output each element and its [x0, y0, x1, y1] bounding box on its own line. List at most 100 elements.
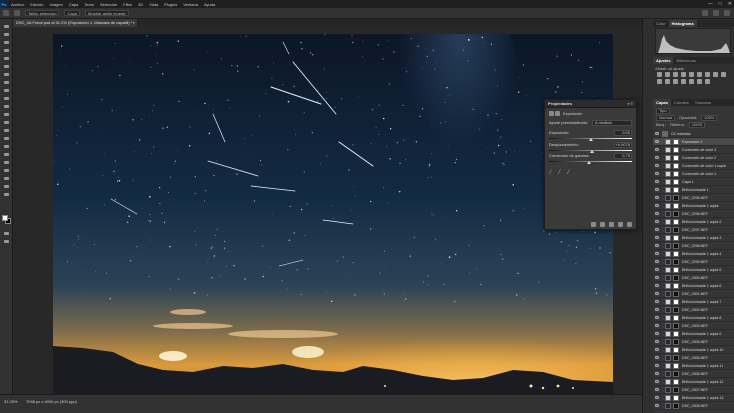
eyedropper-black-icon[interactable]: ⁄	[550, 170, 556, 176]
mask-icon[interactable]	[555, 111, 561, 116]
invert-icon[interactable]	[673, 79, 678, 84]
preset-select[interactable]: A medida	[592, 120, 632, 126]
close-window-button[interactable]: ✕	[728, 0, 732, 8]
layer-row[interactable]: Brillo/contraste 1 copia 13	[653, 394, 734, 402]
exposure-slider[interactable]	[549, 137, 632, 141]
quick-mask-icon[interactable]	[3, 231, 10, 236]
visibility-eye-icon[interactable]	[655, 148, 659, 151]
layer-row[interactable]: DSC_0298.NEF	[653, 242, 734, 250]
layer-row[interactable]: DSC_0308.NEF	[653, 402, 734, 410]
layer-row[interactable]: Capa 1	[653, 178, 734, 186]
fill-field[interactable]: 100%	[688, 122, 706, 128]
visibility-eye-icon[interactable]	[655, 340, 659, 343]
layer-mask-thumbnail[interactable]	[673, 195, 679, 201]
visibility-eye-icon[interactable]	[655, 324, 659, 327]
frame-tool-icon[interactable]	[3, 64, 10, 69]
brightness-icon[interactable]	[657, 72, 662, 77]
color-balance-icon[interactable]	[705, 72, 710, 77]
visibility-eye-icon[interactable]	[655, 228, 659, 231]
layer-kind-filter[interactable]: Tipo	[656, 108, 670, 114]
black-white-icon[interactable]	[713, 72, 718, 77]
visibility-eye-icon[interactable]	[655, 332, 659, 335]
layer-mask-thumbnail[interactable]	[673, 163, 679, 169]
layer-row[interactable]: Corrección de color 2	[653, 154, 734, 162]
visibility-eye-icon[interactable]	[655, 172, 659, 175]
menu-texto[interactable]: Texto	[81, 2, 97, 7]
layer-mask-thumbnail[interactable]	[673, 219, 679, 225]
visibility-eye-icon[interactable]	[655, 164, 659, 167]
visibility-eye-icon[interactable]	[655, 140, 659, 143]
layer-row[interactable]: DSC_0295.NEF	[653, 194, 734, 202]
layer-mask-thumbnail[interactable]	[673, 155, 679, 161]
visibility-eye-icon[interactable]	[655, 284, 659, 287]
blur-tool-icon[interactable]	[3, 128, 10, 133]
visibility-eye-icon[interactable]	[655, 404, 659, 407]
layer-row[interactable]: DSC_0305.NEF	[653, 354, 734, 362]
layer-row[interactable]: Brillo/contraste 1 copia 9	[653, 330, 734, 338]
layer-mask-thumbnail[interactable]	[673, 267, 679, 273]
layer-mask-thumbnail[interactable]	[673, 339, 679, 345]
layer-row[interactable]: DSC_0307.NEF	[653, 386, 734, 394]
photo-filter-icon[interactable]	[721, 72, 726, 77]
history-brush-icon[interactable]	[3, 104, 10, 109]
gamma-slider-thumb[interactable]	[587, 161, 591, 164]
tab-layers[interactable]: Capas	[653, 99, 672, 106]
visibility-eye-icon[interactable]	[655, 204, 659, 207]
layer-mask-thumbnail[interactable]	[673, 283, 679, 289]
eyedropper-icon[interactable]	[3, 72, 10, 77]
layer-row[interactable]: Corrección de color 1 copia	[653, 162, 734, 170]
quick-select-tool-icon[interactable]	[3, 48, 10, 53]
foreground-color-swatch[interactable]	[2, 215, 8, 221]
layer-mask-thumbnail[interactable]	[673, 139, 679, 145]
tab-libraries[interactable]: Bibliotecas	[673, 57, 698, 64]
layer-mask-thumbnail[interactable]	[673, 387, 679, 393]
layer-mask-thumbnail[interactable]	[673, 355, 679, 361]
minimize-button[interactable]: —	[708, 0, 713, 8]
more-tools-icon[interactable]	[3, 192, 10, 197]
gamma-field[interactable]: 0,75	[614, 153, 632, 159]
blend-mode-select[interactable]: Normal	[656, 115, 675, 121]
trash-icon[interactable]	[627, 222, 632, 227]
panel-menu-icon[interactable]: » ≡	[627, 100, 633, 108]
gradient-tool-icon[interactable]	[3, 120, 10, 125]
layer-row[interactable]: CC estrellas	[653, 130, 734, 138]
visibility-eye-icon[interactable]	[655, 308, 659, 311]
home-icon[interactable]	[3, 10, 9, 16]
visibility-eye-icon[interactable]	[655, 156, 659, 159]
visibility-eye-icon[interactable]	[655, 244, 659, 247]
layer-mask-thumbnail[interactable]	[673, 275, 679, 281]
layer-row[interactable]: Brillo/contraste 1 copia 11	[653, 362, 734, 370]
layer-mask-thumbnail[interactable]	[673, 363, 679, 369]
layer-row[interactable]: DSC_0297.NEF	[653, 226, 734, 234]
posterize-icon[interactable]	[681, 79, 686, 84]
visibility-eye-icon[interactable]	[655, 212, 659, 215]
screen-mode-icon[interactable]	[3, 239, 10, 244]
gradient-map-icon[interactable]	[697, 79, 702, 84]
layer-row[interactable]: DSC_0299.NEF	[653, 258, 734, 266]
zoom-level[interactable]: 31,25%	[4, 399, 18, 404]
clone-stamp-icon[interactable]	[3, 96, 10, 101]
visibility-icon[interactable]	[618, 222, 623, 227]
layer-mask-thumbnail[interactable]	[673, 259, 679, 265]
menu-seleccion[interactable]: Selección	[97, 2, 120, 7]
visibility-eye-icon[interactable]	[655, 260, 659, 263]
layer-row[interactable]: Brillo/contraste 1 copia 10	[653, 346, 734, 354]
menu-filtro[interactable]: Filtro	[120, 2, 135, 7]
workspace-icon[interactable]	[713, 10, 719, 16]
eyedropper-white-icon[interactable]: ⁄	[568, 170, 574, 176]
layer-mask-thumbnail[interactable]	[673, 403, 679, 409]
exposure-field[interactable]: 0,00	[614, 130, 632, 136]
visibility-eye-icon[interactable]	[655, 348, 659, 351]
hue-sat-icon[interactable]	[697, 72, 702, 77]
menu-plugins[interactable]: Plugins	[161, 2, 180, 7]
visibility-eye-icon[interactable]	[655, 188, 659, 191]
visibility-eye-icon[interactable]	[655, 268, 659, 271]
visibility-eye-icon[interactable]	[655, 196, 659, 199]
layer-mask-thumbnail[interactable]	[673, 323, 679, 329]
channel-mixer-icon[interactable]	[657, 79, 662, 84]
layer-mask-thumbnail[interactable]	[673, 371, 679, 377]
layer-row[interactable]: DSC_0301.NEF	[653, 290, 734, 298]
vibrance-icon[interactable]	[689, 72, 694, 77]
tab-histogram[interactable]: Histograma	[668, 20, 697, 27]
opacity-field[interactable]: 100%	[701, 115, 718, 121]
